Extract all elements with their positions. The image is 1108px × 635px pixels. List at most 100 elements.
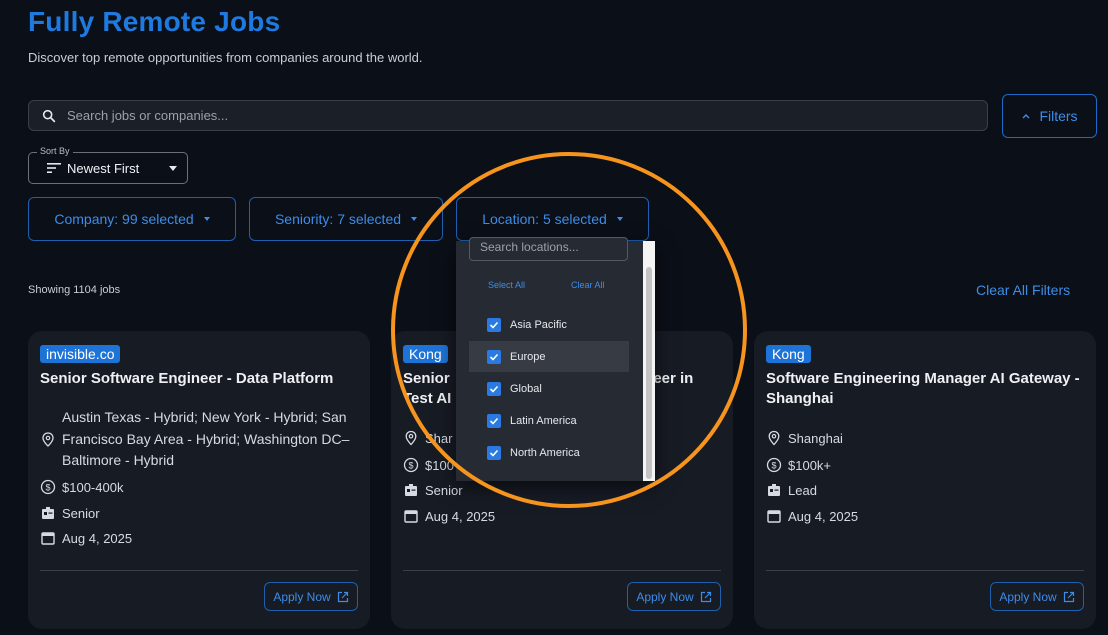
clear-all-filters-button[interactable]: Clear All Filters xyxy=(976,282,1070,298)
job-salary: $100-400k xyxy=(62,479,124,495)
select-all-button[interactable]: Select All xyxy=(488,280,525,290)
company-tag: invisible.co xyxy=(40,345,121,363)
job-location-row: Shanghai xyxy=(766,430,843,446)
job-seniority: Senior xyxy=(425,482,463,498)
svg-text:$: $ xyxy=(408,461,413,471)
location-search-input[interactable]: Search locations... xyxy=(469,237,628,261)
dollar-icon: $ xyxy=(40,479,56,495)
caret-down-icon xyxy=(169,166,177,171)
svg-text:$: $ xyxy=(45,483,50,493)
job-date: Aug 4, 2025 xyxy=(62,530,133,546)
apply-now-label: Apply Now xyxy=(999,589,1057,604)
clear-all-button[interactable]: Clear All xyxy=(571,280,605,290)
location-option-label: Global xyxy=(510,382,542,395)
checkbox-checked-icon[interactable] xyxy=(487,317,501,332)
card-divider xyxy=(403,570,721,571)
location-option-global[interactable]: Global xyxy=(469,373,629,404)
job-date: Aug 4, 2025 xyxy=(788,508,859,524)
caret-down-icon xyxy=(616,217,623,221)
job-title-line2: Test AI xyxy=(403,390,452,407)
calendar-icon xyxy=(767,510,781,523)
card-divider xyxy=(40,570,358,571)
badge-icon xyxy=(768,484,780,496)
location-option-asia-pacific[interactable]: Asia Pacific xyxy=(469,309,629,340)
location-option-label: North America xyxy=(510,446,580,459)
results-count: Showing 1104 jobs xyxy=(28,284,121,296)
job-salary-row: $ $100k+ xyxy=(766,457,831,473)
location-filter[interactable]: Location: 5 selected xyxy=(456,197,649,241)
calendar-icon xyxy=(41,532,55,545)
search-bar[interactable] xyxy=(28,100,988,131)
apply-now-label: Apply Now xyxy=(273,589,331,604)
apply-now-button[interactable]: Apply Now xyxy=(627,582,721,611)
company-tag: Kong xyxy=(403,345,448,363)
job-title[interactable]: Software Engineering Manager AI Gateway … xyxy=(766,369,1096,409)
sort-icon xyxy=(47,163,61,173)
location-option-europe[interactable]: Europe xyxy=(469,341,629,372)
external-link-icon xyxy=(700,591,711,602)
apply-now-button[interactable]: Apply Now xyxy=(264,582,358,611)
location-option-north-america[interactable]: North America xyxy=(469,437,629,468)
dropdown-scrollbar-thumb[interactable] xyxy=(646,267,652,479)
svg-text:$: $ xyxy=(771,461,776,471)
job-title[interactable]: Senior xyxy=(403,369,463,389)
filters-button-label: Filters xyxy=(1039,108,1078,124)
dollar-icon: $ xyxy=(403,457,419,473)
checkbox-checked-icon[interactable] xyxy=(487,413,501,428)
badge-icon xyxy=(405,484,417,496)
job-salary-row: $ $100 xyxy=(403,457,454,473)
job-date-row: Aug 4, 2025 xyxy=(403,508,495,524)
location-filter-label: Location: 5 selected xyxy=(482,211,607,227)
location-option-latin-america[interactable]: Latin America xyxy=(469,405,629,436)
location-pin-icon xyxy=(405,430,417,446)
location-option-label: Latin America xyxy=(510,414,577,427)
location-option-label: Europe xyxy=(510,350,546,363)
sort-label: Sort By xyxy=(37,146,73,156)
filters-button[interactable]: Filters xyxy=(1002,94,1097,138)
company-filter[interactable]: Company: 99 selected xyxy=(28,197,236,241)
location-option-label: Asia Pacific xyxy=(510,318,567,331)
job-seniority-row: Senior xyxy=(40,505,100,521)
company-tag: Kong xyxy=(766,345,811,363)
sort-value: Newest First xyxy=(67,160,140,176)
calendar-icon xyxy=(404,510,418,523)
caret-down-icon xyxy=(203,217,210,221)
seniority-filter[interactable]: Seniority: 7 selected xyxy=(249,197,443,241)
job-date-row: Aug 4, 2025 xyxy=(766,508,858,524)
badge-icon xyxy=(42,507,54,519)
location-dropdown: Search locations... Select All Clear All… xyxy=(456,237,655,481)
location-pin-icon xyxy=(42,432,54,447)
location-pin-icon xyxy=(768,430,780,446)
job-seniority-row: Lead xyxy=(766,482,817,498)
job-date: Aug 4, 2025 xyxy=(425,508,496,524)
checkbox-checked-icon[interactable] xyxy=(487,381,501,396)
checkbox-checked-icon[interactable] xyxy=(487,445,501,460)
apply-now-button[interactable]: Apply Now xyxy=(990,582,1084,611)
seniority-filter-label: Seniority: 7 selected xyxy=(274,211,402,227)
checkbox-checked-icon[interactable] xyxy=(487,349,501,364)
company-filter-label: Company: 99 selected xyxy=(54,211,194,227)
search-icon xyxy=(42,109,56,122)
job-salary: $100k+ xyxy=(788,457,832,473)
job-salary: $100 xyxy=(425,457,454,473)
dollar-icon: $ xyxy=(766,457,782,473)
job-seniority: Senior xyxy=(62,505,100,521)
job-card: Kong Software Engineering Manager AI Gat… xyxy=(754,331,1096,629)
job-salary-row: $ $100-400k xyxy=(40,479,123,495)
job-location-row: Shar xyxy=(403,430,452,446)
external-link-icon xyxy=(337,591,348,602)
external-link-icon xyxy=(1063,591,1074,602)
page-title: Fully Remote Jobs xyxy=(28,6,281,37)
job-location: Shar xyxy=(425,430,453,446)
card-divider xyxy=(766,570,1084,571)
search-input[interactable] xyxy=(65,107,869,124)
job-location: Austin Texas - Hybrid; New York - Hybrid… xyxy=(62,409,350,468)
chevron-up-icon xyxy=(1022,114,1030,119)
page-subtitle: Discover top remote opportunities from c… xyxy=(28,50,423,65)
sort-select[interactable]: Sort By Newest First xyxy=(28,146,188,184)
job-seniority-row: Senior xyxy=(403,482,463,498)
job-card: invisible.co Senior Software Engineer - … xyxy=(28,331,370,629)
caret-down-icon xyxy=(411,217,418,221)
apply-now-label: Apply Now xyxy=(636,589,694,604)
job-title[interactable]: Senior Software Engineer - Data Platform xyxy=(40,369,358,389)
